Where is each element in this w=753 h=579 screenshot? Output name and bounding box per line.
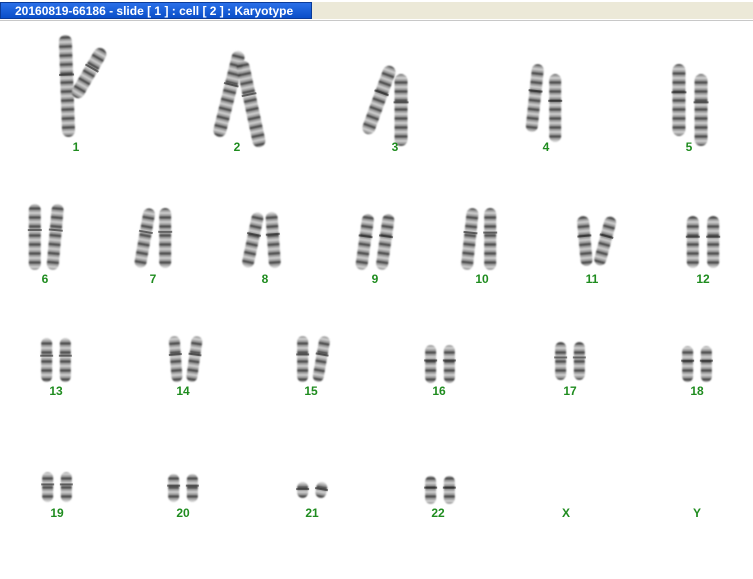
- chromosome-12-homolog-2[interactable]: [706, 216, 721, 268]
- chromosome-14-homolog-1[interactable]: [168, 336, 184, 383]
- chromosome-label-Y: Y: [692, 506, 702, 520]
- karyotype-panel: [27, 35, 721, 504]
- chromosome-16-homolog-1[interactable]: [424, 345, 438, 383]
- chromosome-9-homolog-2[interactable]: [374, 213, 396, 270]
- chromosome-label-17: 17: [563, 384, 577, 398]
- chromosome-label-1: 1: [72, 140, 80, 154]
- chromosome-8-homolog-2[interactable]: [264, 212, 282, 269]
- chromosome-13-homolog-1[interactable]: [40, 338, 54, 382]
- titlebar-background: [312, 2, 753, 19]
- chromosome-22-homolog-2[interactable]: [442, 476, 456, 504]
- chromosome-8-homolog-1[interactable]: [240, 211, 265, 269]
- chromosome-10-homolog-1[interactable]: [460, 207, 480, 270]
- chromosome-label-4: 4: [542, 140, 550, 154]
- chromosome-label-11: 11: [585, 272, 599, 286]
- chromosome-label-14: 14: [176, 384, 190, 398]
- chromosome-label-3: 3: [391, 140, 399, 154]
- chromosome-label-18: 18: [690, 384, 704, 398]
- chromosome-17-homolog-1[interactable]: [554, 342, 568, 380]
- chromosome-15-homolog-1[interactable]: [296, 336, 310, 382]
- chromosome-16-homolog-2[interactable]: [442, 345, 456, 383]
- chromosome-label-13: 13: [49, 384, 63, 398]
- chromosome-6-homolog-2[interactable]: [45, 204, 65, 271]
- chromosome-label-X: X: [561, 506, 571, 520]
- chromosome-19-homolog-2[interactable]: [59, 472, 73, 502]
- chromosome-label-19: 19: [50, 506, 64, 520]
- chromosome-label-7: 7: [149, 272, 157, 286]
- chromosome-label-16: 16: [432, 384, 446, 398]
- chromosome-14-homolog-2[interactable]: [185, 335, 204, 382]
- chromosome-label-2: 2: [233, 140, 241, 154]
- chromosome-15-homolog-2[interactable]: [311, 335, 332, 383]
- chromosome-18-homolog-1[interactable]: [681, 346, 695, 382]
- chromosome-6-homolog-1[interactable]: [27, 204, 42, 270]
- chromosome-10-homolog-2[interactable]: [483, 208, 498, 270]
- chromosome-label-9: 9: [371, 272, 379, 286]
- chromosome-5-homolog-2[interactable]: [693, 74, 709, 146]
- chromosome-21-homolog-1[interactable]: [296, 482, 310, 498]
- chromosome-20-homolog-2[interactable]: [185, 474, 199, 502]
- chromosome-label-8: 8: [261, 272, 269, 286]
- chromosome-20-homolog-1[interactable]: [167, 474, 181, 502]
- chromosome-3-homolog-2[interactable]: [393, 74, 409, 146]
- window-title-tab[interactable]: 20160819-66186 - slide [ 1 ] : cell [ 2 …: [0, 2, 312, 19]
- chromosome-label-10: 10: [475, 272, 489, 286]
- chromosome-label-12: 12: [696, 272, 710, 286]
- chromosome-21-homolog-2[interactable]: [314, 481, 330, 499]
- chromosome-7-homolog-1[interactable]: [133, 207, 157, 269]
- chromosome-label-6: 6: [41, 272, 49, 286]
- chromosome-17-homolog-2[interactable]: [572, 342, 586, 380]
- chromosome-1-homolog-2[interactable]: [69, 45, 110, 101]
- chromosome-11-homolog-1[interactable]: [576, 215, 594, 266]
- window-title: 20160819-66186 - slide [ 1 ] : cell [ 2 …: [15, 4, 294, 18]
- chromosome-4-homolog-1[interactable]: [524, 63, 545, 132]
- chromosome-13-homolog-2[interactable]: [58, 338, 72, 382]
- chromosome-1-homolog-1[interactable]: [58, 35, 77, 137]
- chromosome-label-21: 21: [305, 506, 319, 520]
- chromosome-11-homolog-2[interactable]: [592, 215, 618, 267]
- chromosome-7-homolog-2[interactable]: [158, 208, 173, 268]
- chromosome-layer: [27, 35, 721, 504]
- chromosome-3-homolog-1[interactable]: [360, 64, 399, 137]
- chromosome-label-22: 22: [431, 506, 445, 520]
- chromosome-12-homolog-1[interactable]: [685, 216, 700, 268]
- chromosome-5-homolog-1[interactable]: [671, 64, 687, 136]
- chromosome-18-homolog-2[interactable]: [699, 346, 713, 382]
- chromosome-22-homolog-1[interactable]: [424, 476, 438, 504]
- chromosome-label-5: 5: [685, 140, 693, 154]
- chromosome-label-15: 15: [304, 384, 318, 398]
- chromosome-4-homolog-2[interactable]: [548, 74, 563, 142]
- window-titlebar: 20160819-66186 - slide [ 1 ] : cell [ 2 …: [0, 0, 753, 21]
- chromosome-19-homolog-1[interactable]: [41, 472, 55, 502]
- chromosome-2-homolog-2[interactable]: [235, 59, 268, 148]
- chromosome-label-20: 20: [176, 506, 190, 520]
- chromosome-9-homolog-1[interactable]: [354, 213, 376, 270]
